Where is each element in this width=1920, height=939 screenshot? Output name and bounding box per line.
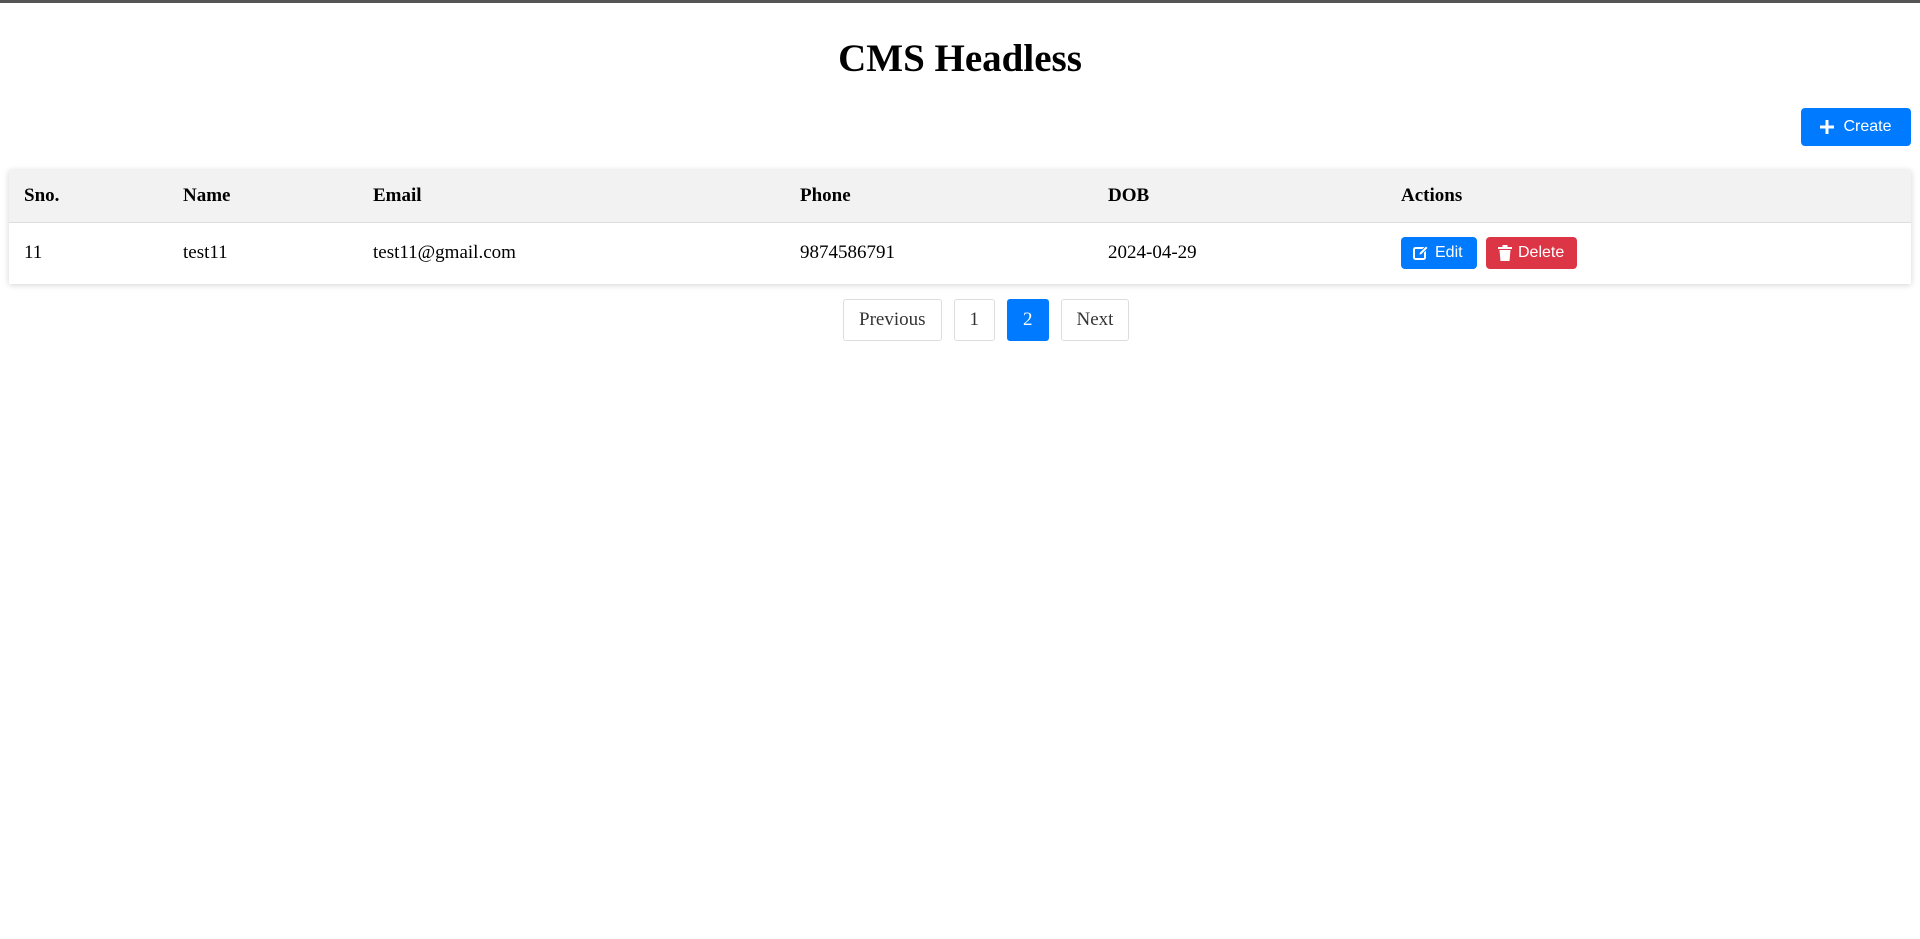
- data-table: Sno. Name Email Phone DOB Actions 11 tes…: [9, 170, 1911, 284]
- cell-sno: 11: [24, 242, 43, 264]
- create-button-label: Create: [1843, 118, 1892, 135]
- page-button-2[interactable]: 2: [1007, 299, 1049, 341]
- data-table-container: Sno. Name Email Phone DOB Actions 11 tes…: [9, 170, 1911, 284]
- column-header-name: Name: [168, 170, 358, 223]
- cell-email: test11@gmail.com: [373, 242, 516, 264]
- page-button-1[interactable]: 1: [953, 299, 995, 341]
- delete-button[interactable]: Delete: [1486, 237, 1577, 270]
- cell-name: test11: [183, 242, 228, 264]
- page-title: CMS Headless: [838, 37, 1082, 80]
- next-page-button[interactable]: Next: [1060, 299, 1130, 341]
- row-actions: Edit Delete: [1401, 237, 1911, 270]
- edit-button-label: Edit: [1435, 244, 1463, 262]
- table-row: 11 test11 test11@gmail.com 9874586791 20…: [9, 222, 1911, 284]
- delete-button-label: Delete: [1518, 244, 1565, 262]
- top-border: [0, 0, 1920, 3]
- cell-dob: 2024-04-29: [1108, 242, 1197, 264]
- column-header-phone: Phone: [785, 170, 1093, 223]
- previous-page-button[interactable]: Previous: [843, 299, 942, 341]
- pagination: Previous 1 2 Next: [843, 299, 1130, 341]
- column-header-actions: Actions: [1386, 170, 1911, 223]
- cell-phone: 9874586791: [800, 242, 895, 264]
- table-header-row: Sno. Name Email Phone DOB Actions: [9, 170, 1911, 223]
- edit-button[interactable]: Edit: [1401, 237, 1477, 270]
- plus-icon: [1820, 120, 1835, 134]
- column-header-sno: Sno.: [9, 170, 168, 223]
- edit-icon: [1413, 245, 1429, 261]
- create-button[interactable]: Create: [1801, 108, 1911, 146]
- column-header-email: Email: [358, 170, 785, 223]
- cell-actions: Edit Delete: [1386, 222, 1911, 284]
- column-header-dob: DOB: [1093, 170, 1386, 223]
- trash-icon: [1498, 245, 1512, 262]
